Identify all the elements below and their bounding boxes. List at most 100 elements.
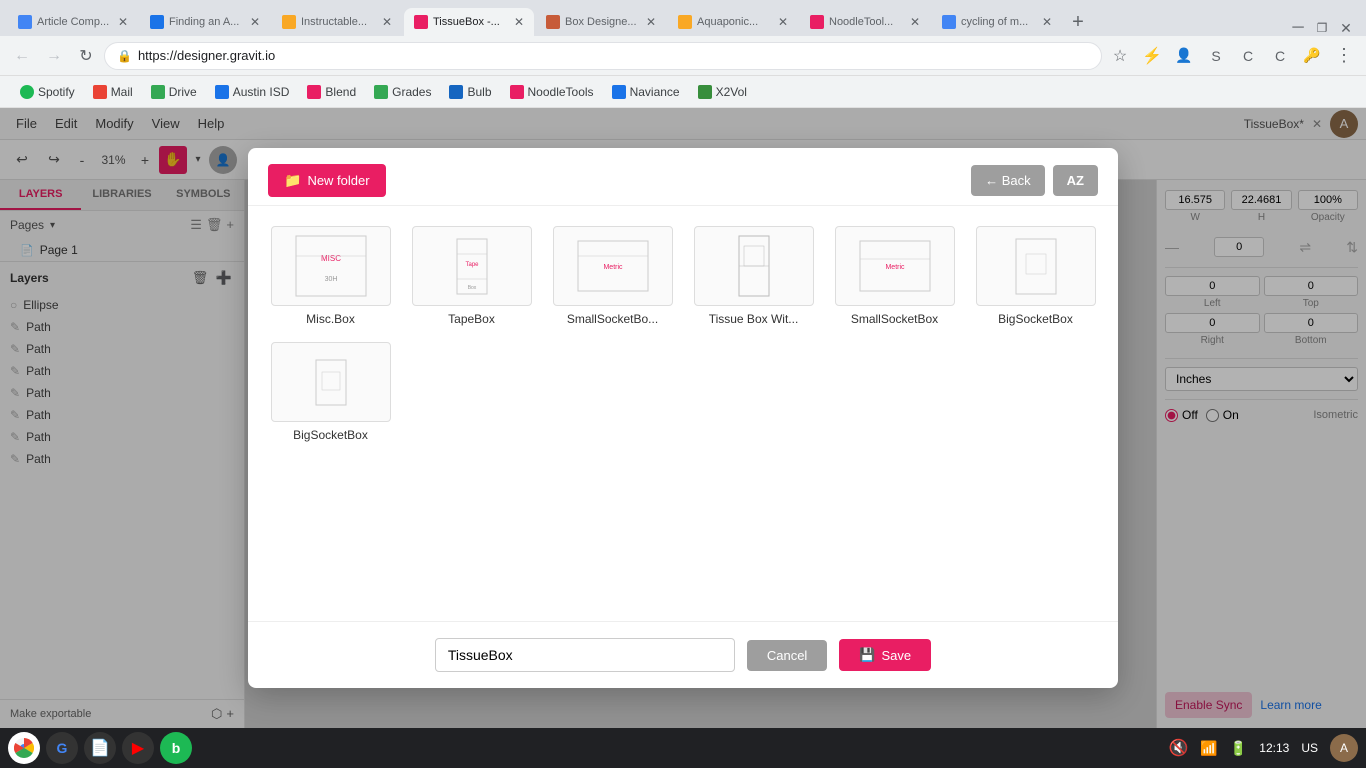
ext2-icon[interactable]: C xyxy=(1234,42,1262,70)
bookmark-x2vol[interactable]: X2Vol xyxy=(690,81,755,103)
bookmark-mail[interactable]: Mail xyxy=(85,81,141,103)
tab-boxdesign[interactable]: Box Designe... ✕ xyxy=(536,8,666,36)
tab-instructable[interactable]: Instructable... ✕ xyxy=(272,8,402,36)
taskbar-docs-icon[interactable]: 📄 xyxy=(84,732,116,764)
file-name: TapeBox xyxy=(448,312,495,326)
bookmark-grades[interactable]: Grades xyxy=(366,81,439,103)
tab-favicon xyxy=(282,15,296,29)
forward-nav-button[interactable]: → xyxy=(40,42,68,70)
tab-title: Article Comp... xyxy=(37,16,113,28)
back-button[interactable]: ← Back xyxy=(971,165,1045,196)
tab-favicon xyxy=(546,15,560,29)
address-bar[interactable]: 🔒 https://designer.gravit.io xyxy=(104,42,1102,70)
tab-close-icon[interactable]: ✕ xyxy=(778,15,788,29)
az-sort-button[interactable]: AZ xyxy=(1053,165,1098,196)
bookmark-star-icon[interactable]: ☆ xyxy=(1106,42,1134,70)
tab-tissuebox[interactable]: TissueBox -... ✕ xyxy=(404,8,534,36)
taskbar-volume-icon[interactable]: 🔇 xyxy=(1169,738,1189,758)
tab-favicon xyxy=(414,15,428,29)
filename-input[interactable] xyxy=(435,638,735,672)
file-item-tissuebox[interactable]: Tissue Box Wit... xyxy=(691,226,816,326)
taskbar-right: 🔇 📶 🔋 12:13 US A xyxy=(1169,734,1359,762)
tab-favicon xyxy=(18,15,32,29)
tab-title: Box Designe... xyxy=(565,16,641,28)
tab-favicon xyxy=(942,15,956,29)
save-button[interactable]: 💾 Save xyxy=(839,639,931,671)
cancel-button[interactable]: Cancel xyxy=(747,640,827,671)
tab-close-icon[interactable]: ✕ xyxy=(118,15,128,29)
tab-article[interactable]: Article Comp... ✕ xyxy=(8,8,138,36)
back-nav-button[interactable]: ← xyxy=(8,42,36,70)
tab-close-icon[interactable]: ✕ xyxy=(382,15,392,29)
file-thumbnail xyxy=(976,226,1096,306)
svg-text:MISC: MISC xyxy=(321,254,341,263)
tab-title: cycling of m... xyxy=(961,16,1037,28)
taskbar-battery-icon[interactable]: 🔋 xyxy=(1230,740,1247,757)
file-grid-row2: BigSocketBox xyxy=(268,342,1098,442)
new-tab-button[interactable]: + xyxy=(1064,8,1092,36)
maximize-button[interactable]: ❐ xyxy=(1314,20,1330,36)
bookmark-bulb[interactable]: Bulb xyxy=(441,81,499,103)
tab-title: Aquaponic... xyxy=(697,16,773,28)
extensions-icon[interactable]: ⚡ xyxy=(1138,42,1166,70)
minimize-button[interactable]: ─ xyxy=(1290,20,1306,36)
taskbar-avatar[interactable]: A xyxy=(1330,734,1358,762)
bookmark-austinisd[interactable]: Austin ISD xyxy=(207,81,298,103)
tab-close-icon[interactable]: ✕ xyxy=(250,15,260,29)
tab-aquaponic[interactable]: Aquaponic... ✕ xyxy=(668,8,798,36)
save-modal: 📁 New folder ← Back AZ MISC xyxy=(248,148,1118,688)
ext1-icon[interactable]: S xyxy=(1202,42,1230,70)
taskbar-time: 12:13 xyxy=(1259,741,1289,755)
profile-icon[interactable]: 👤 xyxy=(1170,42,1198,70)
bookmark-drive[interactable]: Drive xyxy=(143,81,205,103)
save-icon: 💾 xyxy=(859,647,875,663)
tab-noodletool[interactable]: NoodleTool... ✕ xyxy=(800,8,930,36)
file-item-bigsocketbox2[interactable]: BigSocketBox xyxy=(268,342,393,442)
bookmark-naviance[interactable]: Naviance xyxy=(604,81,688,103)
file-item-miscbox[interactable]: MISC 30H Misc.Box xyxy=(268,226,393,326)
tab-close-icon[interactable]: ✕ xyxy=(910,15,920,29)
file-item-bigsocketbox1[interactable]: BigSocketBox xyxy=(973,226,1098,326)
ext4-icon[interactable]: 🔑 xyxy=(1298,42,1326,70)
taskbar-youtube-icon[interactable]: ▶ xyxy=(122,732,154,764)
svg-text:Tape: Tape xyxy=(465,262,479,268)
tab-favicon xyxy=(678,15,692,29)
file-name: BigSocketBox xyxy=(998,312,1073,326)
tab-close-icon[interactable]: ✕ xyxy=(1042,15,1052,29)
ext3-icon[interactable]: C xyxy=(1266,42,1294,70)
bookmark-blend[interactable]: Blend xyxy=(299,81,364,103)
file-name: Misc.Box xyxy=(306,312,355,326)
browser-chrome: Article Comp... ✕ Finding an A... ✕ Inst… xyxy=(0,0,1366,108)
close-button[interactable]: ✕ xyxy=(1338,20,1354,36)
modal-header: 📁 New folder ← Back AZ xyxy=(248,148,1118,206)
reload-button[interactable]: ↻ xyxy=(72,42,100,70)
file-name: BigSocketBox xyxy=(293,428,368,442)
file-grid: MISC 30H Misc.Box Tape xyxy=(268,226,1098,326)
menu-button[interactable]: ⋮ xyxy=(1330,42,1358,70)
file-thumbnail xyxy=(694,226,814,306)
file-item-tapebox[interactable]: Tape Box TapeBox xyxy=(409,226,534,326)
file-item-smallsocketbox[interactable]: Metric SmallSocketBox xyxy=(832,226,957,326)
taskbar-chrome-icon[interactable] xyxy=(8,732,40,764)
new-folder-button[interactable]: 📁 New folder xyxy=(268,164,386,197)
taskbar-noodle-icon[interactable]: b xyxy=(160,732,192,764)
tab-close-icon[interactable]: ✕ xyxy=(646,15,656,29)
tab-close-icon[interactable]: ✕ xyxy=(514,15,524,29)
file-thumbnail: Metric xyxy=(835,226,955,306)
tab-cycling[interactable]: cycling of m... ✕ xyxy=(932,8,1062,36)
bookmark-spotify[interactable]: Spotify xyxy=(12,81,83,103)
taskbar-wifi-icon[interactable]: 📶 xyxy=(1200,740,1217,757)
svg-text:Metric: Metric xyxy=(603,264,623,271)
bookmark-noodletools[interactable]: NoodleTools xyxy=(502,81,602,103)
taskbar-google-icon[interactable]: G xyxy=(46,732,78,764)
save-label: Save xyxy=(882,648,912,663)
modal-footer: Cancel 💾 Save xyxy=(248,621,1118,688)
file-name: SmallSocketBox xyxy=(851,312,938,326)
tab-title: Finding an A... xyxy=(169,16,245,28)
file-item-smallsocketbo[interactable]: Metric SmallSocketBo... xyxy=(550,226,675,326)
modal-overlay[interactable]: 📁 New folder ← Back AZ MISC xyxy=(0,108,1366,728)
address-bar-row: ← → ↻ 🔒 https://designer.gravit.io ☆ ⚡ 👤… xyxy=(0,36,1366,76)
tab-title: NoodleTool... xyxy=(829,16,905,28)
file-thumbnail: Tape Box xyxy=(412,226,532,306)
tab-finding[interactable]: Finding an A... ✕ xyxy=(140,8,270,36)
